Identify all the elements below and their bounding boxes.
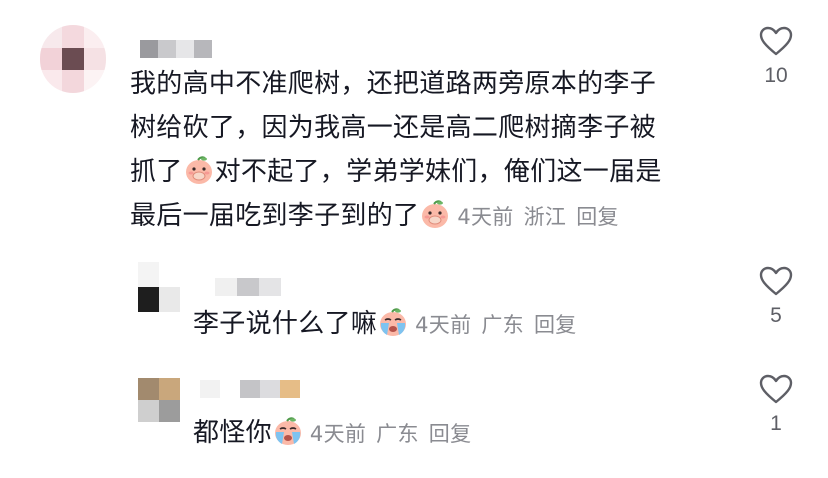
peach-crying-emoji <box>380 308 407 336</box>
comment-body: 都怪你 <box>193 418 272 448</box>
reply-button[interactable]: 回复 <box>429 422 472 446</box>
timestamp: 4天前 <box>415 313 472 337</box>
avatar[interactable] <box>40 25 106 93</box>
comment-meta: 4天前 浙江 回复 <box>457 205 618 229</box>
comment-line-3: 抓了 对不起了，学弟学妹们，俺们这一届是 <box>130 156 662 187</box>
reply-button[interactable]: 回复 <box>576 205 619 229</box>
username[interactable] <box>215 278 281 296</box>
location: 广东 <box>376 422 419 446</box>
heart-icon <box>759 26 793 56</box>
location: 广东 <box>481 313 524 337</box>
timestamp: 4天前 <box>309 422 367 446</box>
username[interactable] <box>200 380 300 398</box>
comment-body: 李子说什么了嘛 <box>193 309 378 339</box>
like-count: 1 <box>770 412 782 435</box>
reply-button[interactable]: 回复 <box>534 313 577 337</box>
peach-cover-mouth-emoji <box>185 156 212 184</box>
comment-text: 我的高中不准爬树，还把道路两旁原本的李子 树给砍了，因为我高一还是高二爬树摘李子… <box>130 62 730 239</box>
like-count: 5 <box>770 304 782 327</box>
peach-cover-mouth-emoji <box>422 200 449 228</box>
comment-line-1: 我的高中不准爬树，还把道路两旁原本的李子 <box>130 69 657 99</box>
like-button[interactable]: 10 <box>746 26 806 88</box>
like-button[interactable]: 5 <box>746 266 806 328</box>
avatar[interactable] <box>138 378 180 422</box>
comment-meta: 4天前 广东 回复 <box>415 313 576 337</box>
like-count: 10 <box>764 64 788 87</box>
heart-icon <box>759 266 793 296</box>
avatar[interactable] <box>138 262 180 312</box>
peach-crying-emoji <box>274 417 301 445</box>
timestamp: 4天前 <box>457 205 514 229</box>
comment-meta: 4天前 广东 回复 <box>310 422 471 446</box>
like-button[interactable]: 1 <box>746 374 806 436</box>
comment-text: 李子说什么了嘛 4天前 广东 回复 <box>193 302 733 347</box>
comment-line-2: 树给砍了，因为我高一还是高二爬树摘李子被 <box>130 113 657 143</box>
username[interactable] <box>140 40 212 58</box>
location: 浙江 <box>523 205 567 229</box>
heart-icon <box>759 374 793 404</box>
comment-text: 都怪你 4天前 广东 回复 <box>193 411 733 456</box>
comment-line-4: 最后一届吃到李子到的了 4天前 浙江 回复 <box>130 200 619 231</box>
